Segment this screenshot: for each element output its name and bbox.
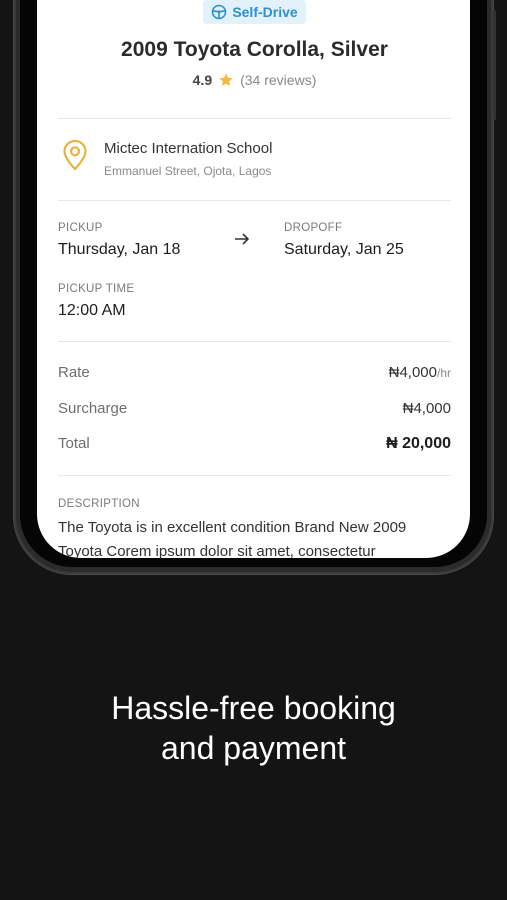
description-text: The Toyota is in excellent condition Bra… (58, 519, 407, 558)
tagline-line-2: and payment (160, 730, 346, 766)
rate-value-group: ₦4,000/hr (389, 364, 451, 381)
divider (58, 341, 451, 342)
location-name: Mictec Internation School (104, 140, 273, 157)
divider (58, 118, 451, 119)
surcharge-value: ₦4,000 (402, 400, 451, 417)
phone-screen: Self-Drive 2009 Toyota Corolla, Silver 4… (37, 0, 470, 558)
phone-side-button (493, 10, 496, 120)
tagline-line-1: Hassle-free booking (111, 690, 396, 726)
total-value: ₦ 20,000 (386, 435, 451, 452)
star-icon (219, 73, 233, 86)
rate-value: ₦4,000 (388, 364, 437, 381)
rate-unit: /hr (436, 366, 451, 380)
location-pin-icon (63, 139, 87, 171)
dropoff-label: DROPOFF (284, 222, 343, 234)
divider (58, 475, 451, 476)
self-drive-badge: Self-Drive (203, 0, 306, 24)
dropoff-block: DROPOFF Saturday, Jan 25 (284, 222, 404, 259)
rating-score: 4.9 (192, 72, 213, 88)
pickup-time: 12:00 AM (58, 302, 126, 319)
location-text: Mictec Internation School Emmanuel Stree… (104, 139, 272, 178)
pickup-time-block: PICKUP TIME 12:00 AM (58, 283, 134, 320)
pickup-time-label: PICKUP TIME (58, 283, 135, 295)
location-address: Emmanuel Street, Ojota, Lagos (104, 164, 272, 178)
car-title: 2009 Toyota Corolla, Silver (121, 38, 388, 61)
pickup-block: PICKUP Thursday, Jan 18 (58, 222, 180, 259)
pickup-date: Thursday, Jan 18 (58, 241, 181, 258)
rate-label: Rate (58, 364, 90, 381)
badge-row: Self-Drive (58, 0, 451, 24)
rating-row[interactable]: 4.9 (34 reviews) (58, 72, 451, 88)
dropoff-date: Saturday, Jan 25 (284, 241, 404, 258)
surcharge-label: Surcharge (58, 400, 128, 417)
rate-row: Rate ₦4,000/hr (58, 364, 451, 381)
total-label: Total (58, 435, 90, 452)
description-label: DESCRIPTION (58, 498, 140, 510)
steering-wheel-icon (212, 4, 227, 20)
description-block: DESCRIPTION The Toyota is in excellent c… (58, 498, 451, 558)
location-row[interactable]: Mictec Internation School Emmanuel Stree… (62, 139, 451, 178)
arrow-right-icon (235, 233, 250, 245)
tagline: Hassle-free booking and payment (0, 688, 507, 768)
pickup-label: PICKUP (58, 222, 103, 234)
divider (58, 200, 451, 201)
reviews-count: (34 reviews) (240, 72, 317, 88)
badge-label: Self-Drive (232, 4, 298, 20)
total-row: Total ₦ 20,000 (58, 435, 451, 453)
surcharge-row: Surcharge ₦4,000 (58, 400, 451, 417)
